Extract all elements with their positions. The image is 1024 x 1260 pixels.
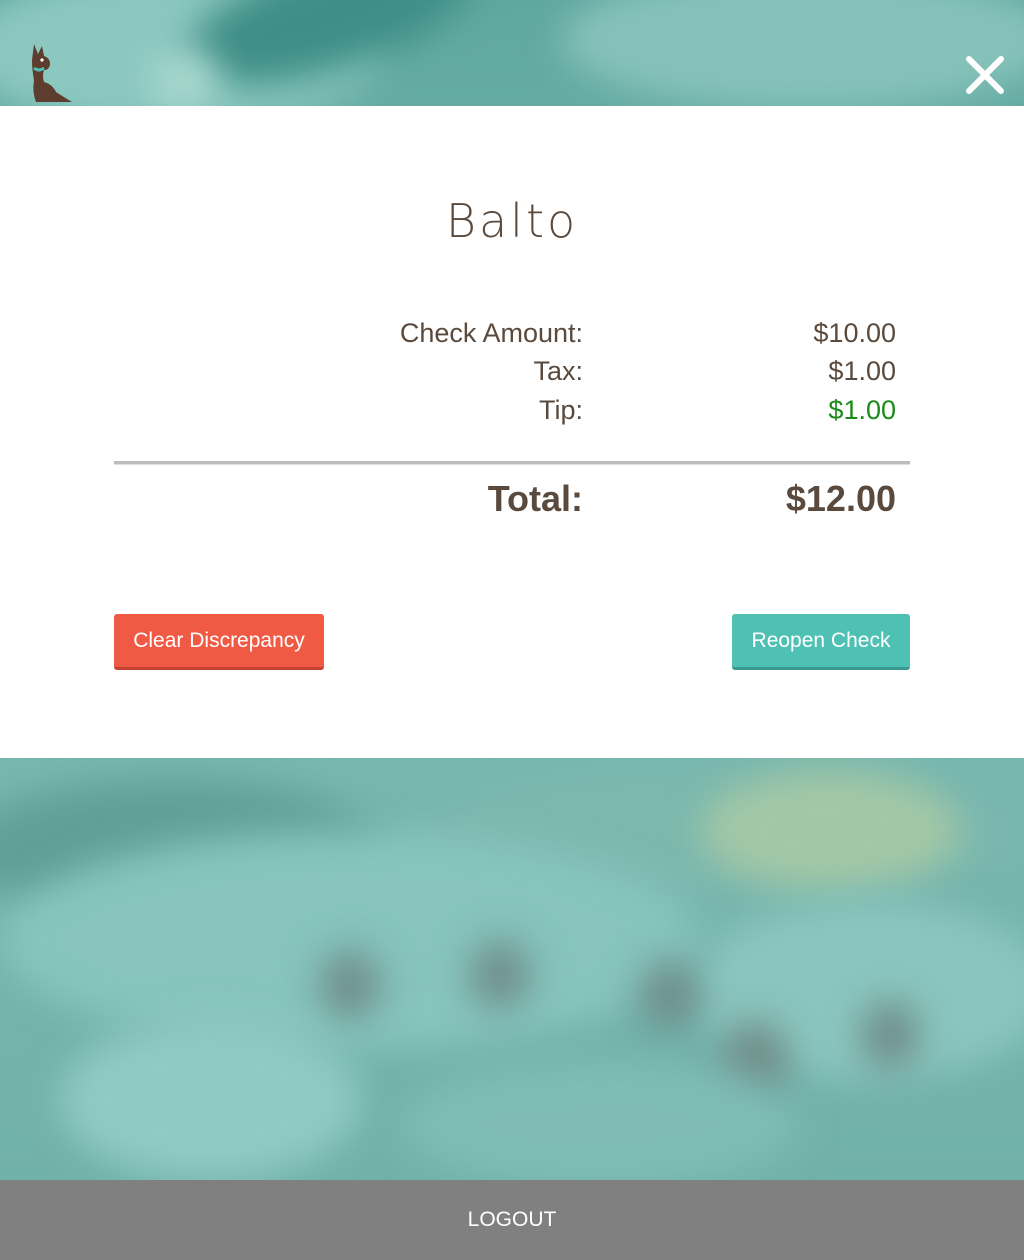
total-value: $12.00 xyxy=(785,478,896,519)
logout-button[interactable]: LOGOUT xyxy=(0,1180,1024,1260)
dog-icon xyxy=(28,40,78,106)
check-name: Balto xyxy=(445,194,579,248)
footer-bar: LOGOUT xyxy=(0,1180,1024,1260)
header xyxy=(0,0,1024,106)
tip-value: $1.00 xyxy=(828,395,896,425)
check-detail-panel: Balto Check Amount: $10.00 Tax: $1.00 Ti… xyxy=(0,106,1024,758)
total-row: Total: $12.00 xyxy=(114,478,910,519)
check-amount-label: Check Amount: xyxy=(399,318,583,348)
close-icon[interactable] xyxy=(960,50,1010,100)
divider xyxy=(114,461,910,465)
tax-row: Tax: $1.00 xyxy=(114,356,910,396)
reopen-check-button[interactable]: Reopen Check xyxy=(732,614,910,670)
check-amount-row: Check Amount: $10.00 xyxy=(114,318,910,358)
tax-label: Tax: xyxy=(533,356,583,386)
tip-label: Tip: xyxy=(538,395,583,425)
clear-discrepancy-button[interactable]: Clear Discrepancy xyxy=(114,614,324,670)
total-label: Total: xyxy=(487,478,583,519)
tax-value: $1.00 xyxy=(828,356,896,386)
tip-row: Tip: $1.00 xyxy=(114,395,910,435)
check-amount-value: $10.00 xyxy=(813,318,896,348)
